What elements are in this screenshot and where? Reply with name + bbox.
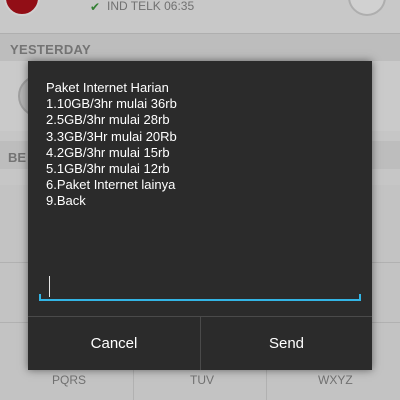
ussd-message-line: 9.Back [46, 193, 86, 209]
ussd-message: Paket Internet Harian 1.10GB/3hr mulai 3… [46, 80, 356, 210]
text-caret [49, 276, 50, 297]
ussd-message-line: 6.Paket Internet lainya [46, 177, 176, 193]
cancel-button[interactable]: Cancel [28, 317, 200, 370]
reply-input-container[interactable] [39, 267, 361, 303]
input-underline [39, 299, 361, 301]
ussd-message-line: Paket Internet Harian [46, 80, 169, 95]
send-button[interactable]: Send [201, 317, 372, 370]
ussd-message-line: 1.10GB/3hr mulai 36rb [46, 96, 177, 112]
input-underline-tick [39, 294, 41, 301]
ussd-message-line: 5.1GB/3hr mulai 12rb [46, 161, 170, 177]
ussd-message-line: 3.3GB/3Hr mulai 20Rb [46, 128, 177, 144]
reply-input[interactable] [39, 267, 361, 303]
ussd-dialog: Paket Internet Harian 1.10GB/3hr mulai 3… [28, 61, 372, 370]
ussd-message-line: 4.2GB/3hr mulai 15rb [46, 144, 170, 160]
input-underline-tick [359, 294, 361, 301]
ussd-message-line: 2.5GB/3hr mulai 28rb [46, 112, 170, 128]
